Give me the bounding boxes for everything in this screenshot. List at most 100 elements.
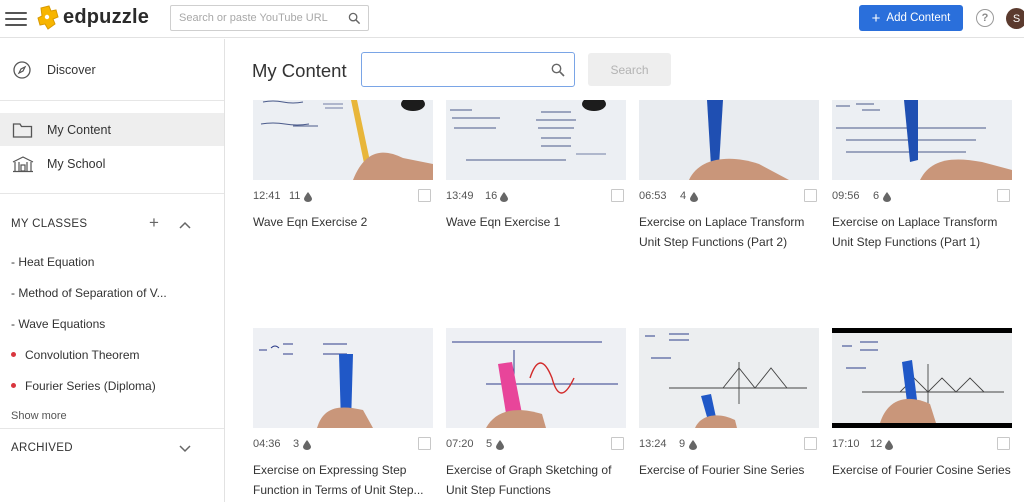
- sidebar-item-my-school[interactable]: My School: [0, 147, 224, 180]
- question-count: 11: [289, 190, 301, 202]
- top-search-box[interactable]: [170, 5, 369, 31]
- video-meta: 17:10 12: [832, 437, 1012, 452]
- question-count: 12: [870, 438, 883, 450]
- divider: [0, 428, 224, 429]
- video-meta: 09:56 6: [832, 189, 1012, 204]
- question-icon: [496, 440, 504, 450]
- select-checkbox[interactable]: [611, 437, 624, 450]
- video-title[interactable]: Exercise of Fourier Sine Series: [639, 460, 819, 480]
- class-label: - Heat Equation: [11, 255, 95, 269]
- search-icon[interactable]: [348, 12, 361, 25]
- question-icon: [304, 192, 312, 202]
- video-duration: 04:36: [253, 438, 281, 450]
- search-icon[interactable]: [551, 63, 565, 77]
- question-count: 9: [679, 438, 686, 450]
- search-button[interactable]: Search: [588, 53, 671, 86]
- question-count: 5: [486, 438, 493, 450]
- video-title[interactable]: Exercise on Expressing Step Function in …: [253, 460, 433, 500]
- video-title[interactable]: Exercise on Laplace Transform Unit Step …: [832, 212, 1012, 252]
- plus-icon: +: [871, 9, 881, 27]
- menu-icon[interactable]: [5, 8, 27, 28]
- edpuzzle-logo-icon[interactable]: [37, 5, 59, 31]
- question-icon: [690, 192, 698, 202]
- video-title-line: Exercise on Expressing Step: [253, 463, 407, 477]
- video-thumbnail[interactable]: [446, 100, 626, 180]
- sidebar-item-label: Discover: [47, 62, 96, 77]
- video-thumbnail[interactable]: [639, 100, 819, 180]
- video-title-line: Unit Step Functions: [446, 483, 551, 497]
- sidebar-item-my-content[interactable]: My Content: [0, 113, 224, 146]
- add-class-icon[interactable]: +: [149, 213, 159, 233]
- video-title-line: Unit Step Functions (Part 1): [832, 235, 981, 249]
- question-icon: [500, 192, 508, 202]
- chevron-up-icon[interactable]: [179, 221, 191, 229]
- video-duration: 13:24: [639, 438, 667, 450]
- video-title[interactable]: Exercise of Fourier Cosine Series: [832, 460, 1012, 480]
- avatar[interactable]: S: [1006, 8, 1024, 29]
- top-bar: edpuzzle + Add Content ? S: [0, 0, 1024, 38]
- divider: [0, 193, 224, 194]
- class-label: - Method of Separation of V...: [11, 286, 167, 300]
- video-title-line: Unit Step Functions (Part 2): [639, 235, 788, 249]
- youtube-search-input[interactable]: [179, 10, 339, 26]
- video-thumbnail[interactable]: [639, 328, 819, 428]
- video-duration: 13:49: [446, 190, 474, 202]
- video-meta: 06:53 4: [639, 189, 819, 204]
- select-checkbox[interactable]: [418, 189, 431, 202]
- video-meta: 13:24 9: [639, 437, 819, 452]
- question-count: 3: [293, 438, 300, 450]
- class-item-wave-equations[interactable]: - Wave Equations: [11, 317, 105, 331]
- select-checkbox[interactable]: [611, 189, 624, 202]
- question-icon: [883, 192, 891, 202]
- status-dot-icon: [11, 383, 16, 389]
- video-thumbnail[interactable]: [832, 328, 1012, 428]
- sidebar-item-label: My School: [47, 156, 106, 171]
- video-meta: 12:41 11: [253, 189, 433, 204]
- class-item-heat-equation[interactable]: - Heat Equation: [11, 255, 94, 269]
- question-icon: [885, 440, 893, 450]
- video-title-line: Exercise on Laplace Transform: [832, 215, 998, 229]
- video-thumbnail[interactable]: [446, 328, 626, 428]
- select-checkbox[interactable]: [418, 437, 431, 450]
- add-content-label: Add Content: [886, 12, 951, 24]
- show-more-link[interactable]: Show more: [11, 410, 67, 422]
- video-thumbnail[interactable]: [253, 100, 433, 180]
- class-item-convolution-theorem[interactable]: Convolution Theorem: [11, 348, 140, 362]
- school-icon: [12, 156, 34, 173]
- video-meta: 07:20 5: [446, 437, 626, 452]
- sidebar-item-label: My Content: [47, 122, 111, 137]
- content-search-box[interactable]: [361, 52, 575, 87]
- folder-icon: [12, 123, 33, 138]
- content-search-input[interactable]: [370, 62, 545, 78]
- archived-heading[interactable]: ARCHIVED: [11, 442, 73, 454]
- class-label: Convolution Theorem: [25, 348, 140, 362]
- video-title[interactable]: Exercise on Laplace Transform Unit Step …: [639, 212, 819, 252]
- video-duration: 09:56: [832, 190, 860, 202]
- video-thumbnail[interactable]: [832, 100, 1012, 180]
- video-title[interactable]: Wave Eqn Exercise 2: [253, 212, 433, 232]
- logo-text[interactable]: edpuzzle: [63, 6, 149, 29]
- sidebar: Discover My Content My School MY CLASSES…: [0, 39, 225, 502]
- class-item-fourier-series[interactable]: Fourier Series (Diploma): [11, 379, 156, 393]
- video-thumbnail[interactable]: [253, 328, 433, 428]
- video-duration: 06:53: [639, 190, 667, 202]
- video-title[interactable]: Exercise of Graph Sketching of Unit Step…: [446, 460, 626, 500]
- help-icon[interactable]: ?: [976, 9, 994, 27]
- video-title[interactable]: Wave Eqn Exercise 1: [446, 212, 626, 232]
- select-checkbox[interactable]: [804, 437, 817, 450]
- select-checkbox[interactable]: [997, 437, 1010, 450]
- video-title-line: Exercise of Fourier Sine Series: [639, 463, 805, 477]
- question-icon: [689, 440, 697, 450]
- sidebar-item-discover[interactable]: Discover: [0, 53, 224, 86]
- question-count: 16: [485, 190, 498, 202]
- select-checkbox[interactable]: [804, 189, 817, 202]
- select-checkbox[interactable]: [997, 189, 1010, 202]
- status-dot-icon: [11, 352, 16, 358]
- class-label: Fourier Series (Diploma): [25, 379, 156, 393]
- class-item-separation-of-variables[interactable]: - Method of Separation of V...: [11, 286, 167, 300]
- add-content-button[interactable]: + Add Content: [859, 5, 963, 31]
- chevron-down-icon[interactable]: [179, 445, 191, 453]
- video-title-line: Function in Terms of Unit Step...: [253, 483, 424, 497]
- video-duration: 12:41: [253, 190, 281, 202]
- video-title-line: Wave Eqn Exercise 1: [446, 215, 561, 229]
